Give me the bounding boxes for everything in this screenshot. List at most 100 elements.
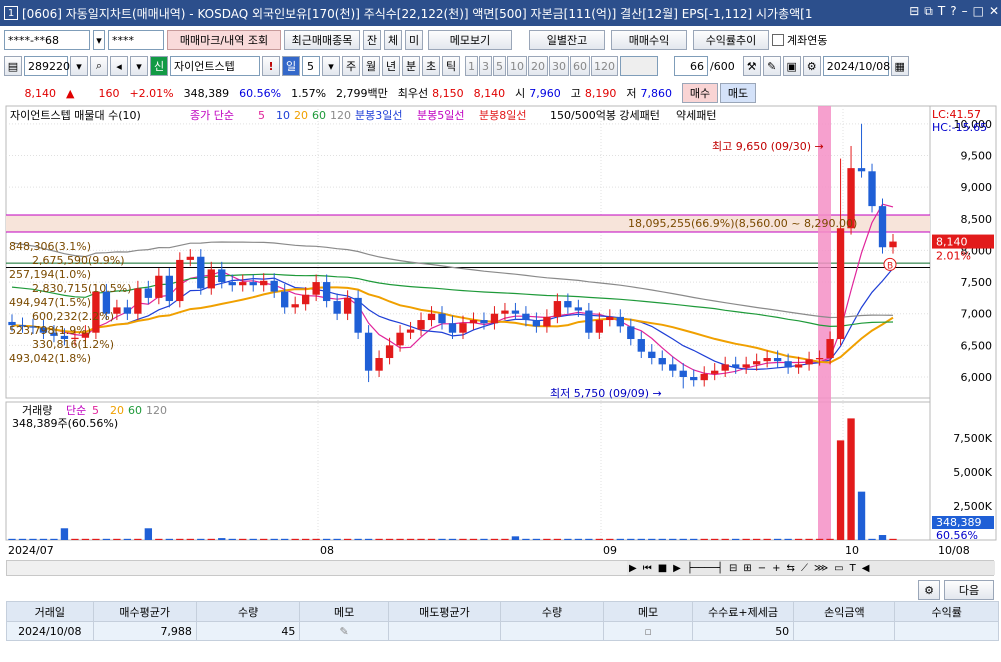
chart-menu-icon[interactable]: ▤	[4, 56, 22, 76]
zoom-in-icon[interactable]: ⊞	[743, 563, 751, 574]
sell-button[interactable]: 매도	[720, 83, 757, 103]
price-tick-label: 6,500	[961, 339, 993, 352]
volume-bar	[742, 538, 750, 540]
draw-icon[interactable]: ✎	[762, 56, 781, 76]
high-label: 고	[570, 87, 581, 100]
rect-icon[interactable]: ▭	[834, 563, 843, 574]
link-icon[interactable]: ⊟	[909, 4, 919, 19]
recent-items-button[interactable]: 최근매매종목	[284, 30, 360, 50]
minute-button-3[interactable]: 3	[479, 56, 492, 76]
candle-body	[469, 320, 478, 324]
profit-trend-button[interactable]: 수익률추이	[693, 30, 769, 50]
candle-body	[134, 288, 142, 314]
trade-profit-button[interactable]: 매매수익	[611, 30, 687, 50]
buy-button[interactable]: 매수	[682, 83, 719, 103]
password-input[interactable]: ****	[108, 30, 164, 50]
daily-balance-button[interactable]: 일별잔고	[529, 30, 605, 50]
table-header: 거래일 매수평균가 수량 메모 매도평균가 수량 메모 수수료+제세금 손익금액 수익률	[6, 601, 999, 622]
period-button-3[interactable]: 분	[402, 56, 420, 76]
legend-stock: 자이언트스텝 매물대 수(10)	[10, 109, 141, 122]
minute-button-10[interactable]: 10	[507, 56, 527, 76]
table-header-cell: 매수평균가	[92, 601, 197, 622]
che-button[interactable]: 체	[384, 30, 402, 50]
candle-body	[144, 288, 153, 298]
bid-price: 8,140	[473, 86, 506, 100]
next-button[interactable]: 다음	[944, 580, 994, 600]
table-row[interactable]: 2024/10/08 7,988 45 ✎ ▫ 50	[6, 621, 999, 641]
memo-view-button[interactable]: 메모보기	[428, 30, 512, 50]
minute-button-20[interactable]: 20	[528, 56, 548, 76]
arrow-down-icon[interactable]: ▾	[130, 56, 148, 76]
pan-icon[interactable]: ⇆	[787, 563, 795, 574]
help-icon[interactable]: ?	[950, 4, 956, 19]
account-dropdown-icon[interactable]: ▾	[93, 30, 105, 50]
candle-body	[406, 329, 415, 333]
tool-icon[interactable]: ⚒	[742, 56, 761, 76]
plus-icon[interactable]: +	[772, 563, 780, 574]
stock-chart[interactable]: 10,0009,5009,0008,5008,0007,5007,0006,50…	[0, 104, 1001, 574]
sound-icon[interactable]: ◂	[110, 56, 128, 76]
stock-code-input[interactable]: 289220	[24, 56, 70, 76]
trade-mark-button[interactable]: 매매마크/내역 조회	[167, 30, 281, 50]
fib-icon[interactable]: ⋙	[814, 563, 828, 574]
minimize-icon[interactable]: –	[962, 4, 968, 19]
checkbox-icon[interactable]	[772, 34, 784, 46]
volume-bar	[81, 538, 90, 540]
account-link-checkbox[interactable]: 계좌연동	[772, 32, 827, 48]
undo-icon[interactable]: ◀	[862, 563, 870, 574]
mi-button[interactable]: 미	[405, 30, 423, 50]
candle-body	[322, 282, 331, 302]
price-tick-label: 9,500	[961, 149, 993, 162]
period-dropdown-icon[interactable]: ▾	[322, 56, 340, 76]
minute-button-120[interactable]: 120	[591, 56, 618, 76]
close-icon[interactable]: ✕	[989, 4, 999, 19]
chart-scrollbar[interactable]: ▶ ⏮ ■ ▶ ├────┤ ⊟ ⊞ − + ⇆ ⟋ ⋙ ▭ T ◀	[6, 560, 995, 576]
table-cell	[387, 621, 501, 641]
minute-button-60[interactable]: 60	[570, 56, 590, 76]
memo-icon: ▫	[603, 621, 693, 641]
period-day-button[interactable]: 일	[282, 56, 300, 76]
custom-period-input[interactable]	[620, 56, 658, 76]
account-input[interactable]: ****-**68	[4, 30, 90, 50]
minus-icon[interactable]: −	[758, 563, 766, 574]
minute-button-30[interactable]: 30	[549, 56, 569, 76]
period-button-2[interactable]: 년	[382, 56, 400, 76]
period-number[interactable]: 5	[302, 56, 320, 76]
calendar-icon[interactable]: ▦	[890, 56, 909, 76]
search-icon[interactable]: ⌕	[90, 56, 108, 76]
minute-button-1[interactable]: 1	[465, 56, 478, 76]
font-icon[interactable]: T	[938, 4, 945, 19]
count-input[interactable]: 66	[674, 56, 708, 76]
period-button-5[interactable]: 틱	[442, 56, 460, 76]
period-button-0[interactable]: 주	[342, 56, 360, 76]
code-dropdown-icon[interactable]: ▾	[70, 56, 88, 76]
table-cell: 45	[195, 621, 301, 641]
minute-button-5[interactable]: 5	[493, 56, 506, 76]
candle-body	[396, 332, 404, 346]
warning-button[interactable]: !	[262, 56, 280, 76]
gear-icon[interactable]: ⚙	[918, 580, 940, 600]
current-price-tag-text: 8,140	[936, 236, 968, 249]
volume-bar	[18, 538, 27, 540]
volume-bar	[763, 538, 771, 540]
period-button-4[interactable]: 초	[422, 56, 440, 76]
volume-profile-label: 257,194(1.0%)	[9, 268, 91, 281]
jan-button[interactable]: 잔	[363, 30, 381, 50]
date-input[interactable]: 2024/10/08	[822, 56, 890, 76]
period-button-1[interactable]: 월	[362, 56, 380, 76]
play-icon[interactable]: ▶	[673, 563, 681, 574]
volume-bar	[616, 538, 624, 540]
zoom-out-icon[interactable]: ⊟	[729, 563, 737, 574]
gear-icon[interactable]: ⚙	[802, 56, 821, 76]
tile-icon[interactable]: ⧉	[924, 4, 933, 19]
save-icon[interactable]: ▣	[782, 56, 801, 76]
stop-icon[interactable]: ■	[658, 563, 667, 574]
maximize-icon[interactable]: □	[973, 4, 984, 19]
candle-body	[648, 351, 656, 359]
text-icon[interactable]: T	[850, 563, 856, 574]
first-icon[interactable]: ⏮	[643, 563, 652, 574]
zoom-slider[interactable]: ├────┤	[687, 563, 723, 574]
candle-body	[658, 358, 666, 365]
draw-line-icon[interactable]: ⟋	[801, 563, 808, 574]
scroll-right-icon[interactable]: ▶	[629, 563, 637, 574]
